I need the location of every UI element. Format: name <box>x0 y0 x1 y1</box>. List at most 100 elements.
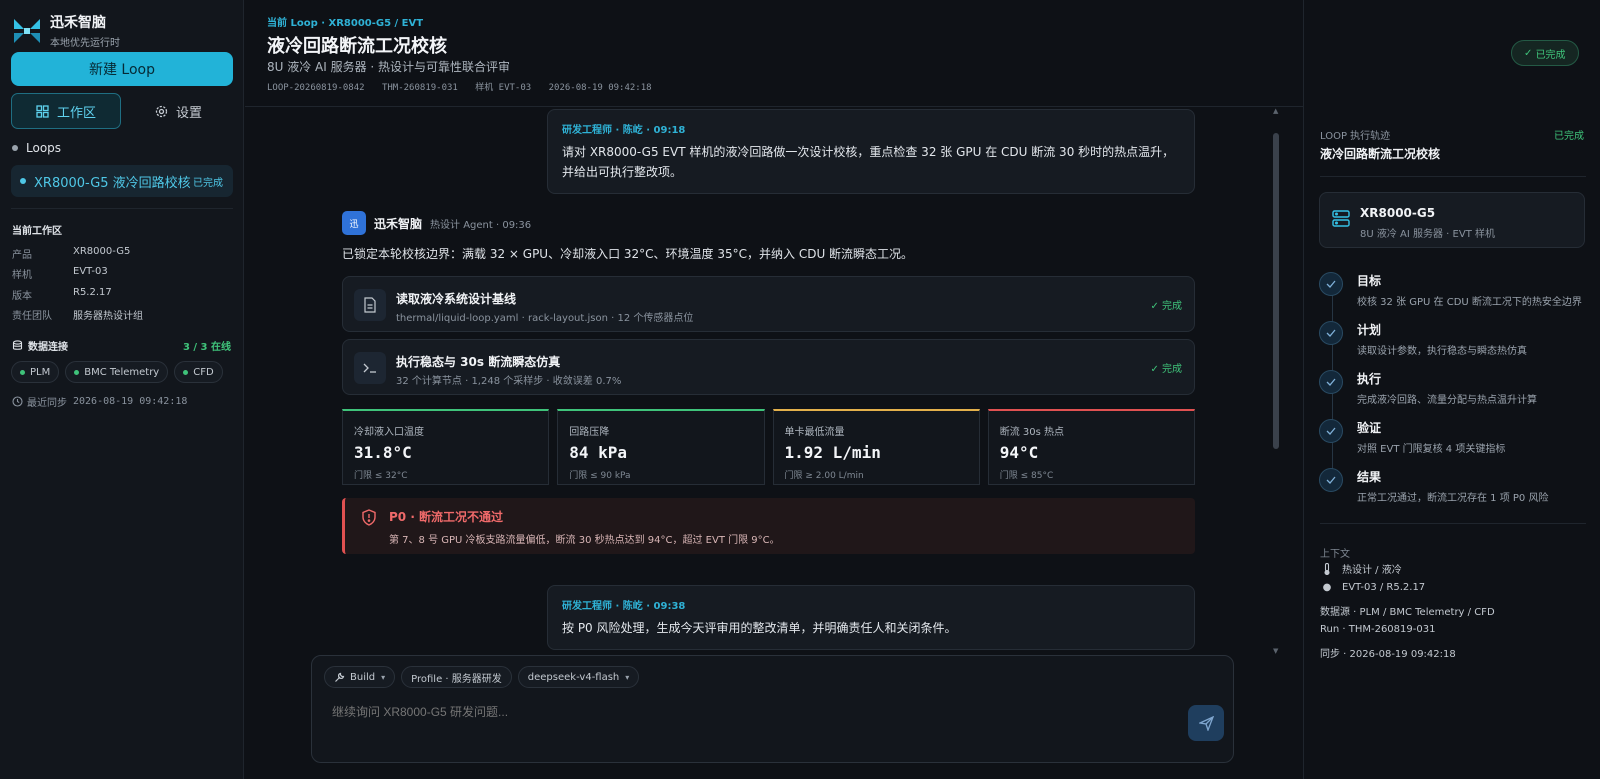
breadcrumb: 当前 Loop · XR8000-G5 / EVT <box>267 18 424 29</box>
timestamp: 2026-08-19 09:42:18 <box>548 83 652 93</box>
composer: Build ▾ Profile · 服务器研发 deepseek-v4-flash… <box>311 655 1234 763</box>
context-item: 数据源 · PLM / BMC Telemetry / CFD <box>1320 607 1495 618</box>
connections-heading: 数据连接 <box>12 338 68 353</box>
connection-chip-cfd[interactable]: CFD <box>174 361 223 383</box>
metric-threshold: 门限 ≤ 85°C <box>999 471 1054 481</box>
page-meta: LOOP-20260819-0842 THM-260819-031 样机 EVT… <box>267 80 664 93</box>
context-heading: 上下文 <box>1320 549 1350 560</box>
tool-status: ✓ 完成 <box>1150 301 1182 312</box>
user-message: 研发工程师 · 陈屹 · 09:38 按 P0 风险处理，生成今天评审用的整改清… <box>547 585 1195 650</box>
metric-card-inlet-temp: 冷却液入口温度 31.8°C 门限 ≤ 32°C <box>342 409 550 485</box>
check-circle-icon <box>1319 272 1343 296</box>
user-message-text: 按 P0 风险处理，生成今天评审用的整改清单，并明确责任人和关闭条件。 <box>562 621 957 635</box>
new-loop-button[interactable]: 新建 Loop <box>11 52 233 86</box>
main-panel: 当前 Loop · XR8000-G5 / EVT 液冷回路断流工况校核 8U … <box>245 0 1303 779</box>
loop-item[interactable]: XR8000-G5 液冷回路校核 已完成 <box>11 165 233 197</box>
tab-settings[interactable]: 设置 <box>124 93 233 129</box>
chevron-down-icon: ▾ <box>625 672 630 682</box>
send-button[interactable] <box>1188 705 1224 741</box>
tool-status: ✓ 完成 <box>1150 364 1182 375</box>
check-circle-icon <box>1319 321 1343 345</box>
run-id: THM-260819-031 <box>381 83 458 93</box>
check-icon: ✓ <box>1150 364 1162 375</box>
agent-meta: 热设计 Agent · 09:36 <box>430 219 532 231</box>
page-title: 液冷回路断流工况校核 <box>267 36 447 57</box>
model-select[interactable]: deepseek-v4-flash ▾ <box>517 666 640 688</box>
server-icon <box>1332 210 1350 227</box>
tab-settings-label: 设置 <box>175 105 202 121</box>
tool-title: 执行稳态与 30s 断流瞬态仿真 <box>396 355 561 369</box>
brand-subtitle: 本地优先运行时 <box>50 38 120 49</box>
loops-heading: Loops <box>12 141 61 155</box>
mode-select[interactable]: Build ▾ <box>324 666 396 688</box>
scroll-up-icon[interactable]: ▲ <box>1273 107 1278 115</box>
gear-icon <box>155 105 168 117</box>
file-icon <box>354 289 386 321</box>
connection-chips: PLM BMC Telemetry CFD <box>11 361 229 383</box>
profile-select[interactable]: Profile · 服务器研发 <box>401 666 512 688</box>
product-card[interactable]: XR8000-G5 8U 液冷 AI 服务器 · EVT 样机 <box>1319 192 1585 248</box>
message-input[interactable] <box>332 705 1152 719</box>
thermometer-icon <box>1320 562 1334 575</box>
metric-value: 31.8°C <box>354 443 412 462</box>
metric-card-pressure-drop: 回路压降 84 kPa 门限 ≤ 90 kPa <box>557 409 765 485</box>
sidebar: 迅禾智脑 本地优先运行时 新建 Loop 工作区 设置 Loops XR8000… <box>0 0 244 779</box>
brand-logo-icon <box>14 18 40 43</box>
metric-threshold: 门限 ≤ 90 kPa <box>569 471 631 481</box>
sample-id: 样机 EVT-03 <box>475 83 532 93</box>
user-message-text: 请对 XR8000-G5 EVT 样机的液冷回路做一次设计校核，重点检查 32 … <box>562 145 1175 179</box>
tab-workspace-label: 工作区 <box>56 105 96 121</box>
chat-scrollbar[interactable]: ▲ ▼ <box>1273 107 1279 655</box>
trace-title: 液冷回路断流工况校核 <box>1320 147 1441 161</box>
metric-label: 单卡最低流量 <box>784 427 845 438</box>
tool-call-card[interactable]: 执行稳态与 30s 断流瞬态仿真 32 个计算节点 · 1,248 个采样步 ·… <box>342 339 1195 395</box>
product-name: XR8000-G5 <box>1360 206 1436 220</box>
tool-detail: thermal/liquid-loop.yaml · rack-layout.j… <box>396 313 694 324</box>
metric-label: 回路压降 <box>569 427 610 438</box>
metric-threshold: 门限 ≥ 2.00 L/min <box>784 471 864 481</box>
check-icon: ✓ <box>1150 301 1162 312</box>
brand: 迅禾智脑 本地优先运行时 <box>12 12 120 49</box>
context-item: ● EVT-03 / R5.2.17 <box>1320 582 1426 593</box>
risk-alert: P0 · 断流工况不通过 第 7、8 号 GPU 冷板支路流量偏低，断流 30 … <box>342 498 1195 554</box>
execution-panel: ✓ 已完成 LOOP 执行轨迹 已完成 液冷回路断流工况校核 XR8000-G5… <box>1303 0 1600 779</box>
connection-chip-bmc[interactable]: BMC Telemetry <box>65 361 169 383</box>
composer-options: Build ▾ Profile · 服务器研发 deepseek-v4-flash… <box>324 666 645 688</box>
chat-thread[interactable]: 研发工程师 · 陈屹 · 09:18 请对 XR8000-G5 EVT 样机的液… <box>245 107 1303 655</box>
loop-item-status: 已完成 <box>193 177 223 189</box>
send-icon <box>1198 715 1214 731</box>
trace-label: LOOP 执行轨迹 <box>1320 131 1391 142</box>
workspace-row-version: 版本 R5.2.17 <box>12 287 112 302</box>
trace-status: 已完成 <box>1554 131 1584 142</box>
scrollbar-thumb[interactable] <box>1273 133 1279 449</box>
agent-message-text: 已锁定本轮校核边界：满载 32 × GPU、冷却液入口 32°C、环境温度 35… <box>342 247 914 261</box>
clock-icon <box>12 396 23 407</box>
alert-body: 第 7、8 号 GPU 冷板支路流量偏低，断流 30 秒热点达到 94°C，超过… <box>389 535 780 546</box>
tool-call-card[interactable]: 读取液冷系统设计基线 thermal/liquid-loop.yaml · ra… <box>342 276 1195 332</box>
agent-avatar: 迅 <box>342 211 366 235</box>
loop-item-name: XR8000-G5 液冷回路校核 <box>34 175 191 191</box>
tool-title: 读取液冷系统设计基线 <box>396 292 517 306</box>
metric-value: 84 kPa <box>569 443 628 462</box>
user-message-author: 研发工程师 · 陈屹 · 09:18 <box>562 125 686 136</box>
page-header: 当前 Loop · XR8000-G5 / EVT 液冷回路断流工况校核 8U … <box>245 0 1303 107</box>
check-circle-icon <box>1319 370 1343 394</box>
context-item: 同步 · 2026-08-19 09:42:18 <box>1320 649 1456 660</box>
metric-value: 1.92 L/min <box>784 443 881 462</box>
connection-chip-plm[interactable]: PLM <box>11 361 60 383</box>
shield-alert-icon <box>362 509 376 526</box>
brand-name: 迅禾智脑 <box>50 15 106 31</box>
scroll-down-icon[interactable]: ▼ <box>1273 647 1278 655</box>
wrench-icon <box>335 672 345 682</box>
grid-icon <box>36 104 49 118</box>
terminal-icon <box>354 352 386 384</box>
user-message: 研发工程师 · 陈屹 · 09:18 请对 XR8000-G5 EVT 样机的液… <box>547 109 1195 194</box>
tab-workspace[interactable]: 工作区 <box>11 93 121 129</box>
loop-id: LOOP-20260819-0842 <box>267 83 365 93</box>
chevron-down-icon: ▾ <box>381 672 386 682</box>
check-icon: ✓ <box>1524 47 1536 59</box>
workspace-row-team: 责任团队 服务器热设计组 <box>12 311 143 322</box>
connections-count: 3 / 3 在线 <box>182 342 231 353</box>
database-icon <box>12 340 23 350</box>
metric-cards: 冷却液入口温度 31.8°C 门限 ≤ 32°C 回路压降 84 kPa 门限 … <box>342 409 1195 485</box>
